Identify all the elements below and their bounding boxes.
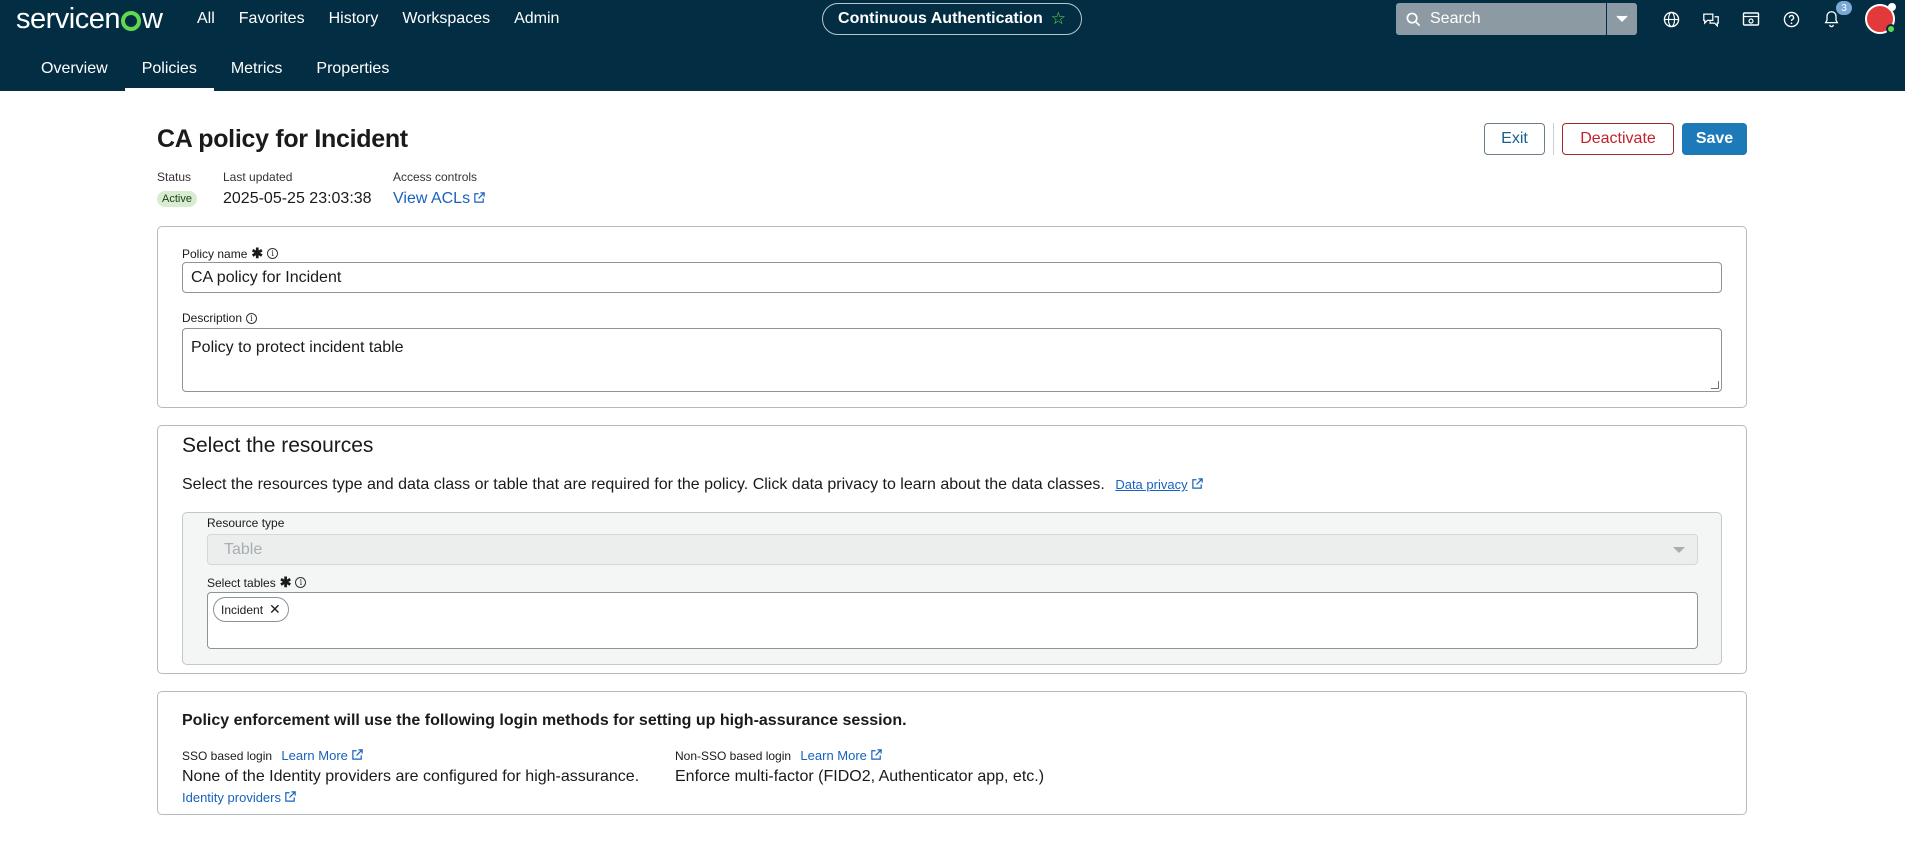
last-updated-value: 2025-05-25 23:03:38 [223, 190, 372, 207]
search-scope-dropdown[interactable] [1607, 3, 1637, 35]
servicenow-logo[interactable]: servicen w [16, 2, 163, 36]
description-textarea[interactable]: Policy to protect incident table [182, 328, 1722, 392]
external-link-icon [285, 791, 296, 802]
tab-properties[interactable]: Properties [299, 46, 406, 91]
resources-description: Select the resources type and data class… [182, 476, 1204, 494]
nav-workspaces[interactable]: Workspaces [390, 10, 502, 28]
description-label: Description i [182, 311, 258, 325]
button-divider [1553, 123, 1554, 155]
notification-count-badge: 3 [1836, 1, 1852, 15]
resources-section-title: Select the resources [182, 434, 374, 457]
resources-description-text: Select the resources type and data class… [182, 476, 1105, 493]
external-link-icon [871, 749, 882, 760]
star-icon[interactable]: ☆ [1051, 9, 1066, 29]
data-privacy-link[interactable]: Data privacy [1115, 477, 1187, 492]
search-icon [1406, 12, 1421, 26]
info-icon[interactable]: i [267, 248, 279, 259]
deactivate-button[interactable]: Deactivate [1562, 123, 1674, 155]
close-icon[interactable]: ✕ [269, 601, 281, 618]
search-placeholder: Search [1430, 10, 1481, 27]
preview-icon[interactable] [1739, 7, 1763, 31]
help-icon[interactable] [1779, 7, 1803, 31]
required-icon: ✱ [251, 245, 264, 261]
presence-indicator [1886, 24, 1896, 34]
workspace-tabs: Overview Policies Metrics Properties [24, 46, 406, 91]
nav-history[interactable]: History [317, 10, 391, 28]
view-acls-link-label[interactable]: View ACLs [393, 190, 470, 207]
last-updated-label: Last updated [223, 170, 293, 184]
external-link-icon [474, 192, 485, 203]
external-link-icon [352, 749, 363, 760]
context-pill-label: Continuous Authentication [838, 10, 1043, 27]
non-sso-value: Enforce multi-factor (FIDO2, Authenticat… [675, 768, 1045, 785]
nav-favorites[interactable]: Favorites [227, 10, 317, 28]
user-avatar[interactable] [1865, 3, 1896, 34]
tab-overview[interactable]: Overview [24, 46, 125, 91]
policy-details-card: Policy name ✱ i CA policy for Incident D… [157, 226, 1747, 408]
policy-name-label-text: Policy name [182, 246, 248, 261]
select-tables-label-text: Select tables [207, 575, 276, 590]
info-icon[interactable]: i [246, 312, 258, 324]
access-controls-label: Access controls [393, 170, 478, 184]
non-sso-learn-more-link[interactable]: Learn More [800, 748, 866, 763]
sso-value: None of the Identity providers are confi… [182, 768, 640, 785]
nav-admin[interactable]: Admin [502, 10, 571, 28]
enforcement-card: Policy enforcement will use the followin… [157, 691, 1747, 815]
view-acls-link[interactable]: View ACLs [393, 190, 486, 208]
exit-button[interactable]: Exit [1484, 123, 1545, 155]
non-sso-login-column: Non-SSO based login Learn More Enforce m… [675, 748, 1044, 786]
global-search-input[interactable]: Search [1396, 3, 1606, 35]
sso-label-text: SSO based login [182, 749, 273, 763]
non-sso-label: Non-SSO based login Learn More [675, 748, 1044, 763]
resources-card: Select the resources Select the resource… [157, 425, 1747, 674]
status-badge: Active [157, 191, 197, 207]
sso-login-column: SSO based login Learn More None of the I… [182, 748, 639, 805]
context-pill[interactable]: Continuous Authentication ☆ [822, 3, 1082, 35]
required-icon: ✱ [279, 574, 292, 590]
identity-providers-link[interactable]: Identity providers [182, 790, 639, 805]
sso-label: SSO based login Learn More [182, 748, 639, 763]
resource-type-value: Table [224, 540, 263, 558]
save-button[interactable]: Save [1682, 123, 1747, 155]
policy-name-label: Policy name ✱ i [182, 245, 279, 262]
last-updated-meta: Last updated 2025-05-25 23:03:38 [223, 170, 372, 208]
table-chip-incident: Incident ✕ [213, 597, 289, 622]
description-value: Policy to protect incident table [191, 339, 404, 356]
tab-metrics[interactable]: Metrics [214, 46, 300, 91]
identity-providers-link-label[interactable]: Identity providers [182, 790, 281, 805]
chevron-down-icon [1616, 15, 1628, 23]
chevron-down-icon [1673, 547, 1685, 553]
description-label-text: Description [182, 311, 243, 325]
enforcement-title: Policy enforcement will use the followin… [182, 712, 907, 729]
top-navigation-bar: servicen w All Favorites History Workspac… [0, 0, 1905, 91]
external-link-icon [1191, 478, 1203, 489]
status-label: Status [157, 170, 192, 184]
resize-handle[interactable] [1711, 381, 1719, 389]
select-tables-label: Select tables ✱ i [207, 574, 307, 591]
chat-icon[interactable] [1699, 7, 1723, 31]
nav-all[interactable]: All [197, 10, 227, 28]
non-sso-label-text: Non-SSO based login [675, 749, 792, 763]
status-meta: Status Active [157, 170, 197, 207]
table-chip-label: Incident [221, 602, 264, 617]
avatar-indicator [1888, 3, 1896, 11]
info-icon[interactable]: i [295, 577, 307, 588]
resource-type-label: Resource type [207, 516, 285, 530]
resource-type-select: Table [207, 534, 1698, 565]
sso-learn-more-link[interactable]: Learn More [281, 748, 347, 763]
globe-icon[interactable] [1659, 7, 1683, 31]
resource-selection-panel: Resource type Table Select tables ✱ i In… [182, 512, 1722, 665]
tab-policies[interactable]: Policies [124, 46, 214, 91]
policy-name-input[interactable]: CA policy for Incident [182, 262, 1722, 293]
page-title: CA policy for Incident [157, 125, 408, 153]
select-tables-input[interactable]: Incident ✕ [207, 592, 1698, 649]
primary-nav: All Favorites History Workspaces Admin [197, 0, 571, 38]
access-controls-meta: Access controls View ACLs [393, 170, 486, 208]
